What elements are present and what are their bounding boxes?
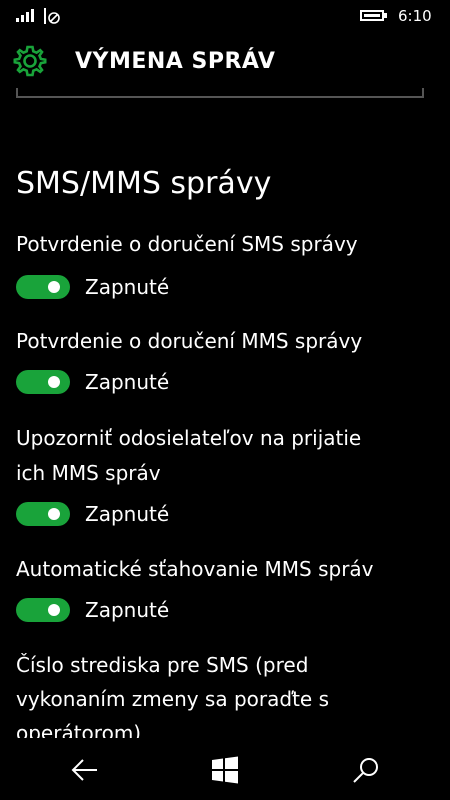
- auto-download-mms-toggle[interactable]: [16, 598, 70, 622]
- clock: 6:10: [398, 7, 432, 25]
- settings-content[interactable]: SMS/MMS správy Potvrdenie o doručení SMS…: [0, 88, 450, 738]
- no-sim-icon: [44, 8, 60, 24]
- app-header: VÝMENA SPRÁV: [0, 34, 450, 88]
- notify-senders-label-line1: Upozorniť odosielateľov na prijatie: [16, 426, 362, 450]
- signal-strength-icon: [16, 9, 36, 22]
- sms-delivery-report-toggle[interactable]: [16, 275, 70, 299]
- previous-input-field[interactable]: [16, 88, 424, 98]
- notify-senders-state: Zapnuté: [85, 502, 170, 526]
- sms-center-label-line1: Číslo strediska pre SMS (pred: [16, 653, 309, 677]
- sms-center-label-line2: vykonaním zmeny sa poraďte s: [16, 687, 329, 711]
- auto-download-mms-state: Zapnuté: [85, 598, 170, 622]
- auto-download-mms-label: Automatické sťahovanie MMS správ: [16, 557, 374, 581]
- notify-senders-toggle[interactable]: [16, 502, 70, 526]
- battery-icon: [360, 10, 387, 21]
- sms-center-label-line3: operátorom): [16, 721, 142, 738]
- navigation-bar: [0, 738, 450, 800]
- mms-delivery-report-toggle[interactable]: [16, 370, 70, 394]
- status-bar: 6:10: [0, 0, 450, 34]
- search-icon[interactable]: [350, 754, 382, 786]
- mms-delivery-report-label: Potvrdenie o doručení MMS správy: [16, 329, 363, 353]
- mms-delivery-report-state: Zapnuté: [85, 370, 170, 394]
- notify-senders-label-line2: ich MMS správ: [16, 461, 161, 485]
- sms-delivery-report-label: Potvrdenie o doručení SMS správy: [16, 232, 358, 256]
- section-title: SMS/MMS správy: [16, 166, 272, 201]
- windows-icon[interactable]: [209, 754, 241, 786]
- sms-delivery-report-state: Zapnuté: [85, 275, 170, 299]
- page-title: VÝMENA SPRÁV: [75, 49, 276, 74]
- back-arrow-icon[interactable]: [69, 754, 101, 786]
- gear-icon: [13, 45, 47, 77]
